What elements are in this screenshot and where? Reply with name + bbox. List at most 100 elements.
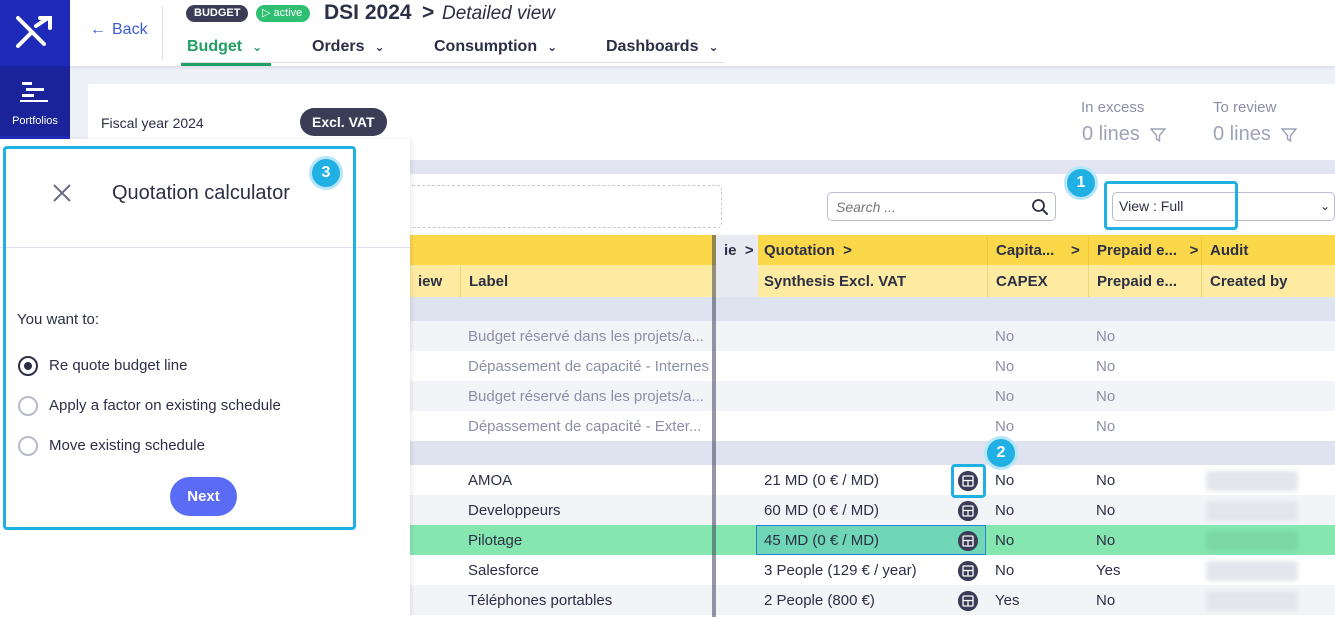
radio-label[interactable]: Re quote budget line — [49, 357, 187, 374]
budget-badge: BUDGET — [186, 5, 249, 22]
table-row[interactable]: Dépassement de capacité - Internes No No — [410, 351, 1335, 381]
group-header-label: Prepaid e... — [1097, 241, 1178, 259]
group-header-label: Capita... — [996, 241, 1055, 259]
row-prepaid: No — [1096, 387, 1116, 405]
column-header-synthesis[interactable]: Synthesis Excl. VAT — [756, 265, 986, 297]
group-header-label: Quotation — [764, 241, 835, 259]
tab-label: Dashboards — [606, 38, 699, 55]
breadcrumb-separator: > — [422, 1, 435, 24]
table-row[interactable]: AMOA 21 MD (0 € / MD) No No — [410, 465, 1335, 495]
row-capex: No — [995, 357, 1015, 375]
chevron-right-icon: > — [1189, 241, 1199, 259]
row-synthesis[interactable]: 2 People (800 €) — [756, 585, 956, 615]
row-label: Developpeurs — [468, 501, 561, 519]
column-header-view[interactable]: iew — [410, 265, 465, 297]
in-excess-label: In excess — [1081, 99, 1145, 116]
radio-move-schedule[interactable] — [18, 436, 38, 456]
row-capex: No — [995, 561, 1015, 579]
row-label: Dépassement de capacité - Exter... — [468, 417, 702, 435]
calculator-icon[interactable] — [958, 561, 978, 581]
to-review-value: 0 lines — [1213, 123, 1271, 145]
tab-budget[interactable]: Budget ⌄ — [187, 38, 262, 56]
play-icon: ▷ — [262, 7, 271, 19]
group-header-quotation[interactable]: Quotation > — [756, 235, 986, 265]
portfolios-icon — [20, 82, 48, 102]
filter-drop-zone[interactable] — [358, 185, 722, 228]
callout-badge: 3 — [309, 156, 343, 190]
column-header-row: iew Label Synthesis Excl. VAT CAPEX Prep… — [410, 265, 1335, 297]
row-prepaid: No — [1096, 417, 1116, 435]
chevron-right-icon: > — [1071, 241, 1080, 259]
table-row[interactable]: Téléphones portables 2 People (800 €) Ye… — [410, 585, 1335, 615]
divider — [0, 247, 410, 248]
active-tab-indicator — [181, 63, 271, 66]
arrow-left-icon: ← — [90, 21, 106, 38]
column-header-prepaid[interactable]: Prepaid e... — [1088, 265, 1200, 297]
column-header-capex[interactable]: CAPEX — [987, 265, 1087, 297]
search-input[interactable] — [836, 199, 1026, 215]
tab-label: Orders — [312, 38, 365, 55]
group-header-prepaid[interactable]: Prepaid e... > — [1088, 235, 1200, 265]
next-button[interactable]: Next — [170, 477, 237, 516]
group-header-audit[interactable]: Audit — [1201, 235, 1335, 265]
row-synthesis[interactable]: 60 MD (0 € / MD) — [756, 495, 956, 525]
calculator-icon[interactable] — [958, 531, 978, 551]
row-label: Salesforce — [468, 561, 539, 579]
budget-grid: ie > Quotation > Capita... > Prepaid e..… — [410, 235, 1335, 617]
chevron-right-icon: > — [843, 241, 852, 259]
close-icon[interactable] — [52, 183, 72, 203]
app-logo-icon[interactable] — [12, 12, 56, 52]
column-header-collapsed — [716, 265, 758, 297]
row-prepaid: No — [1096, 591, 1116, 609]
callout-badge: 2 — [984, 436, 1018, 470]
row-label: Dépassement de capacité - Internes — [468, 357, 709, 375]
back-button[interactable]: ← Back — [90, 21, 148, 39]
blurred-created-by — [1206, 561, 1298, 581]
chevron-down-icon: ⌄ — [252, 40, 263, 54]
table-row[interactable]: Budget réservé dans les projets/a... No … — [410, 381, 1335, 411]
table-row[interactable]: Dépassement de capacité - Exter... No No — [410, 411, 1335, 441]
vat-toggle[interactable]: Excl. VAT — [300, 108, 387, 136]
row-capex: No — [995, 327, 1015, 345]
search-box[interactable] — [827, 192, 1056, 221]
table-row[interactable]: Salesforce 3 People (129 € / year) No Ye… — [410, 555, 1335, 585]
radio-apply-factor[interactable] — [18, 396, 38, 416]
column-header-created-by[interactable]: Created by — [1201, 265, 1335, 297]
chevron-down-icon: ⌄ — [1319, 199, 1330, 213]
tab-consumption[interactable]: Consumption ⌄ — [434, 38, 557, 56]
row-capex: No — [995, 387, 1015, 405]
calculator-icon[interactable] — [958, 471, 978, 491]
frozen-column-divider[interactable] — [712, 235, 716, 617]
tab-dashboards[interactable]: Dashboards ⌄ — [606, 38, 719, 56]
row-prepaid: No — [1096, 471, 1116, 489]
group-row[interactable] — [410, 441, 1335, 465]
in-excess-filter[interactable]: 0 lines — [1082, 123, 1166, 146]
blurred-created-by — [1206, 531, 1298, 551]
calculator-icon[interactable] — [958, 591, 978, 611]
row-synthesis[interactable]: 21 MD (0 € / MD) — [756, 465, 956, 495]
page-title: DSI 2024 — [324, 1, 412, 24]
search-icon[interactable] — [1031, 198, 1049, 216]
chevron-right-icon: > — [744, 241, 754, 259]
table-row[interactable]: Developpeurs 60 MD (0 € / MD) No No — [410, 495, 1335, 525]
view-select[interactable]: View : Full ⌄ — [1112, 192, 1335, 221]
radio-label[interactable]: Apply a factor on existing schedule — [49, 397, 281, 414]
row-synthesis[interactable]: 45 MD (0 € / MD) — [756, 525, 956, 555]
app-root: Portfolios ← Back BUDGET ▷ active DSI 20… — [0, 0, 1335, 617]
table-row-selected[interactable]: Pilotage 45 MD (0 € / MD) No No — [410, 525, 1335, 555]
group-row[interactable] — [410, 297, 1335, 321]
column-header-label[interactable]: Label — [460, 265, 712, 297]
tab-orders[interactable]: Orders ⌄ — [312, 38, 385, 56]
row-label: Téléphones portables — [468, 591, 613, 609]
back-label: Back — [112, 21, 148, 38]
group-header-cell[interactable]: ie > — [716, 235, 758, 265]
radio-requote[interactable] — [18, 356, 38, 376]
table-row[interactable]: Budget réservé dans les projets/a... No … — [410, 321, 1335, 351]
group-header-capex[interactable]: Capita... > — [987, 235, 1087, 265]
row-label: AMOA — [468, 471, 513, 489]
radio-label[interactable]: Move existing schedule — [49, 437, 205, 454]
calculator-icon[interactable] — [958, 501, 978, 521]
row-synthesis[interactable]: 3 People (129 € / year) — [756, 555, 956, 585]
to-review-filter[interactable]: 0 lines — [1213, 123, 1297, 146]
group-header-label: ie — [724, 241, 737, 259]
